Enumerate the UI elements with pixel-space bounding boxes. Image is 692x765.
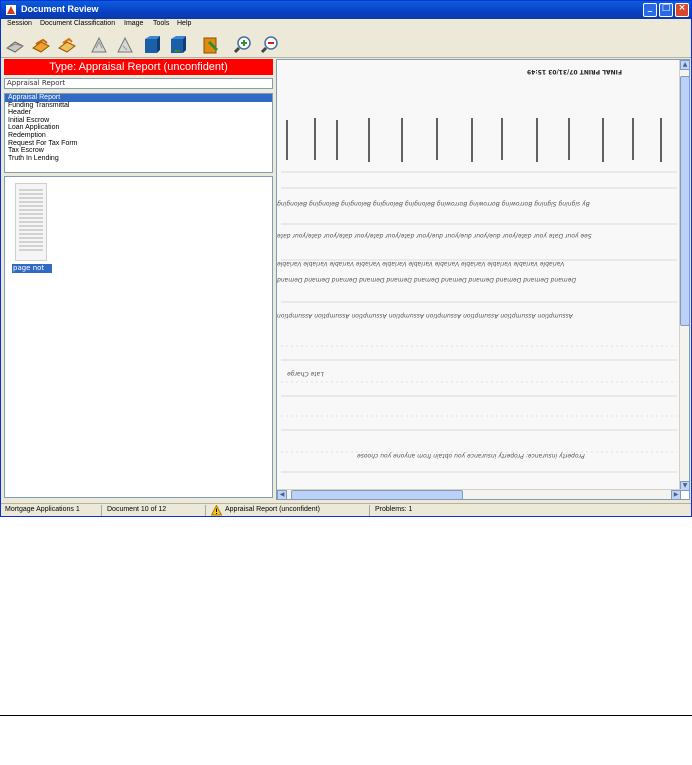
scroll-left-icon[interactable]: ◀ bbox=[277, 490, 287, 499]
scroll-right-icon[interactable]: ▶ bbox=[671, 490, 681, 499]
classification-item-funding-transmittal[interactable]: Funding Transmittal bbox=[5, 102, 272, 110]
thumbnail-preview bbox=[16, 184, 46, 260]
menu-image[interactable]: Image bbox=[124, 20, 143, 27]
previous-icon[interactable] bbox=[142, 35, 162, 55]
status-divider bbox=[369, 505, 370, 516]
rotate-right-icon[interactable] bbox=[115, 35, 135, 55]
status-section: Mortgage Applications 1 bbox=[5, 506, 80, 513]
menu-bar: Session Document Classification Image To… bbox=[1, 19, 691, 31]
window-title: Document Review bbox=[21, 4, 99, 14]
classification-item-tax-escrow[interactable]: Tax Escrow bbox=[5, 147, 272, 155]
status-divider bbox=[205, 505, 206, 516]
doc-text-demand: Demand Demand Demand Demand Demand Deman… bbox=[277, 276, 576, 283]
vertical-scrollbar[interactable]: ▲ ▼ bbox=[679, 60, 689, 491]
menu-session[interactable]: Session bbox=[7, 20, 32, 27]
classify-icon[interactable] bbox=[201, 35, 221, 55]
status-divider bbox=[101, 505, 102, 516]
title-bar: Document Review _ □ × bbox=[1, 1, 691, 19]
status-classification: Appraisal Report (unconfident) bbox=[225, 506, 320, 513]
save-icon[interactable] bbox=[31, 35, 51, 55]
thumbnail-label[interactable]: page not ... bbox=[12, 264, 52, 281]
refresh-icon[interactable] bbox=[57, 35, 77, 55]
classification-item-header[interactable]: Header bbox=[5, 109, 272, 117]
horizontal-scrollbar[interactable]: ◀ ▶ bbox=[277, 489, 681, 499]
scroll-up-icon[interactable]: ▲ bbox=[680, 60, 689, 70]
document-viewer[interactable]: FINAL PRINT 07/31/03 15:49 By signing Si… bbox=[276, 59, 690, 500]
maximize-icon: □ bbox=[661, 3, 671, 13]
open-icon[interactable] bbox=[5, 35, 25, 55]
minimize-icon: _ bbox=[647, 3, 653, 13]
classification-item-truth-in-lending[interactable]: Truth In Lending bbox=[5, 155, 272, 163]
doc-text-late-charge: Late Charge bbox=[287, 370, 324, 377]
next-icon[interactable] bbox=[168, 35, 188, 55]
classification-item-redemption[interactable]: Redemption bbox=[5, 132, 272, 140]
doc-text-assumption: Assumption Assumption Assumption Assumpt… bbox=[277, 312, 573, 319]
page-thumbnail[interactable] bbox=[15, 183, 47, 261]
close-icon: × bbox=[678, 3, 686, 13]
status-bar: Mortgage Applications 1 Document 10 of 1… bbox=[1, 503, 691, 516]
warning-icon bbox=[211, 505, 222, 516]
classification-item-initial-escrow[interactable]: Initial Escrow bbox=[5, 117, 272, 125]
doc-text-insurance: Property insurance: Property insurance y… bbox=[357, 452, 585, 459]
page-rule bbox=[0, 715, 692, 716]
document-review-window: Document Review _ □ × Session Document C… bbox=[0, 0, 692, 517]
horizontal-scroll-thumb[interactable] bbox=[291, 490, 463, 499]
maximize-button[interactable]: □ bbox=[659, 3, 673, 17]
classification-item-loan-application[interactable]: Loan Application bbox=[5, 124, 272, 132]
type-banner: Type: Appraisal Report (unconfident) bbox=[4, 59, 273, 75]
minimize-button[interactable]: _ bbox=[643, 3, 657, 17]
vertical-scroll-thumb[interactable] bbox=[680, 76, 689, 326]
scroll-down-icon[interactable]: ▼ bbox=[680, 481, 689, 491]
classification-item-appraisal-report[interactable]: Appraisal Report bbox=[5, 94, 272, 102]
status-document: Document 10 of 12 bbox=[107, 506, 167, 513]
rotate-left-icon[interactable] bbox=[89, 35, 109, 55]
thumbnail-pane: page not ... bbox=[4, 176, 273, 498]
classification-combo[interactable]: Appraisal Report bbox=[4, 78, 273, 89]
classification-list[interactable]: Appraisal Report Funding Transmittal Hea… bbox=[4, 93, 273, 173]
left-pane: Type: Appraisal Report (unconfident) App… bbox=[4, 59, 273, 498]
doc-text-due-date: See your Date your date/your due/your du… bbox=[277, 232, 592, 239]
zoom-out-icon[interactable] bbox=[259, 35, 279, 55]
status-problems: Problems: 1 bbox=[375, 506, 413, 513]
toolbar bbox=[1, 32, 691, 58]
close-button[interactable]: × bbox=[675, 3, 689, 17]
app-icon bbox=[6, 5, 16, 15]
menu-help[interactable]: Help bbox=[177, 20, 191, 27]
classification-item-request-for-tax-form[interactable]: Request For Tax Form bbox=[5, 140, 272, 148]
menu-tools[interactable]: Tools bbox=[153, 20, 169, 27]
doc-text-variable: Variable Variable Variable Variable Vari… bbox=[277, 260, 565, 267]
doc-text-signing: By signing Signing Borrowing Borrowing B… bbox=[277, 200, 590, 207]
document-page: FINAL PRINT 07/31/03 15:49 By signing Si… bbox=[277, 60, 681, 491]
zoom-in-icon[interactable] bbox=[232, 35, 252, 55]
menu-document-classification[interactable]: Document Classification bbox=[40, 20, 115, 27]
